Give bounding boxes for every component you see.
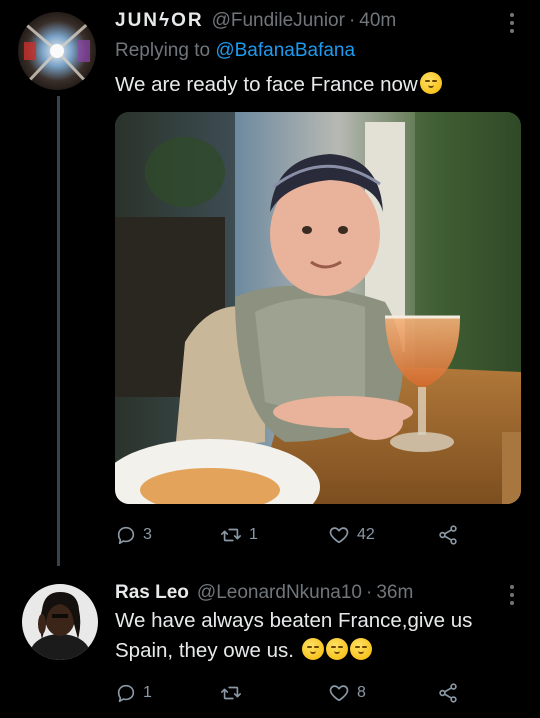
relieved-face-icon (419, 72, 442, 94)
share-icon (439, 683, 457, 703)
like-button[interactable]: 8 (327, 682, 366, 704)
reply-icon (117, 684, 135, 703)
heart-icon (329, 685, 349, 702)
tweet-1-header: JUNϟOR @FundileJunior · 40m (115, 10, 396, 32)
replying-to: Replying to @BafanaBafana (115, 40, 355, 62)
share-button[interactable] (437, 524, 459, 546)
separator: · (348, 10, 356, 31)
reply-icon (117, 526, 135, 545)
tweet-2: Ras Leo @LeonardNkuna10 · 36m We have al… (0, 566, 540, 718)
share-button[interactable] (437, 682, 459, 704)
more-options-icon[interactable] (502, 12, 522, 34)
tweet-text-content: We are ready to face France now (115, 73, 418, 96)
tweet-photo[interactable] (115, 112, 521, 504)
tweet-1-actions: 3 1 42 (115, 524, 475, 550)
retweet-button[interactable] (219, 682, 249, 704)
separator: · (366, 582, 373, 603)
thinking-face-icon (301, 638, 324, 660)
like-button[interactable]: 42 (327, 524, 375, 546)
tweet-text: We have always beaten France,give us Spa… (115, 606, 520, 666)
retweet-button[interactable]: 1 (219, 524, 258, 546)
photo-image (115, 112, 521, 504)
timestamp[interactable]: 40m (359, 10, 396, 32)
retweet-count: 1 (249, 526, 258, 543)
avatar-image (22, 584, 98, 660)
like-count: 8 (357, 684, 366, 701)
retweet-icon (221, 686, 241, 700)
mention-link[interactable]: @BafanaBafana (215, 40, 355, 61)
heart-icon (329, 527, 349, 544)
tweet-2-header: Ras Leo @LeonardNkuna10 · 36m (115, 582, 413, 604)
share-icon (439, 525, 457, 545)
tweet-2-actions: 1 8 (115, 682, 475, 708)
reply-button[interactable]: 1 (115, 682, 152, 704)
thinking-face-icon (325, 638, 348, 660)
more-options-icon[interactable] (502, 584, 522, 606)
like-count: 42 (357, 526, 375, 543)
retweet-icon (221, 528, 241, 542)
display-name[interactable]: Ras Leo (115, 582, 189, 604)
timestamp[interactable]: 36m (376, 582, 413, 604)
tweet-1: JUNϟOR @FundileJunior · 40m Replying to … (0, 0, 540, 566)
user-handle[interactable]: @FundileJunior (212, 10, 345, 32)
tweet-text-content: We have always beaten France,give us Spa… (115, 609, 473, 662)
display-name[interactable]: JUNϟOR (115, 10, 204, 32)
thread-line (57, 96, 60, 566)
reply-count: 1 (143, 684, 152, 701)
avatar-image (18, 12, 96, 90)
avatar-rasleo[interactable] (22, 584, 98, 660)
replying-prefix: Replying to (115, 40, 216, 61)
tweet-text: We are ready to face France now (115, 70, 515, 100)
user-handle[interactable]: @LeonardNkuna10 (197, 582, 362, 604)
thinking-face-icon (349, 638, 372, 660)
reply-count: 3 (143, 526, 152, 543)
reply-button[interactable]: 3 (115, 524, 152, 546)
avatar-fundile[interactable] (18, 12, 96, 90)
